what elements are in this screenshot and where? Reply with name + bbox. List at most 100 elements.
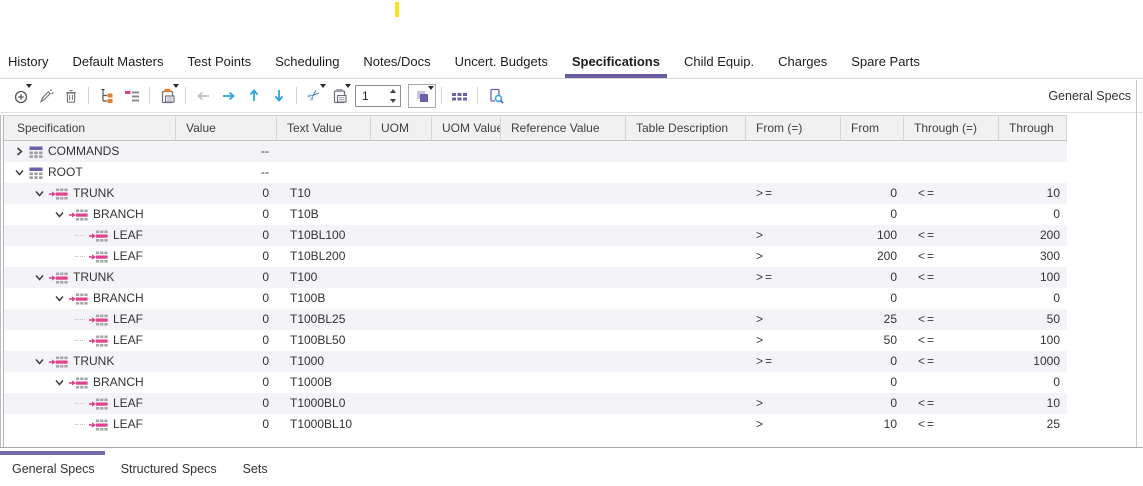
table-row[interactable]: LEAF 0 T100BL50 > 50 <= 100 [4,330,1067,351]
grid-rows: COMMANDS -- [4,141,1067,435]
add-button[interactable] [8,83,33,109]
column-header-table-description[interactable]: Table Description [626,115,746,141]
table-row[interactable]: TRUNK 0 T10 >= 0 <= 10 [4,183,1067,204]
column-header-from[interactable]: From [841,115,904,141]
expand-chevron[interactable] [32,187,47,201]
table-row[interactable]: LEAF 0 T10BL100 > 100 <= 200 [4,225,1067,246]
expand-chevron[interactable] [52,292,67,306]
column-header-text-value[interactable]: Text Value [277,115,371,141]
column-header-uom-value[interactable]: UOM Value [432,115,501,141]
expand-chevron[interactable] [72,313,87,327]
table-row[interactable]: BRANCH 0 T100B 0 0 [4,288,1067,309]
from-operator-cell [746,204,841,225]
expand-chevron[interactable] [52,376,67,390]
table-row[interactable]: ROOT -- [4,162,1067,183]
column-header-value[interactable]: Value [176,115,277,141]
column-chooser-button[interactable] [447,83,472,109]
expand-chevron[interactable] [32,355,47,369]
reference-value-cell [501,183,626,204]
sub-table-arrow-icon [69,209,88,221]
from-cell: 10 [841,414,904,435]
expand-chevron[interactable] [52,208,67,222]
column-header-uom[interactable]: UOM [371,115,432,141]
uom-cell [371,225,432,246]
from-operator-cell: > [746,225,841,246]
table-row[interactable]: LEAF 0 T1000BL0 > 0 <= 10 [4,393,1067,414]
from-cell: 0 [841,204,904,225]
expand-chevron[interactable] [72,397,87,411]
reference-value-cell [501,330,626,351]
uom-value-cell [432,246,501,267]
move-down-button[interactable] [266,83,291,109]
bottom-tab[interactable]: Structured Specs [109,448,227,476]
table-row[interactable]: COMMANDS -- [4,141,1067,162]
table-description-cell [626,267,746,288]
table-icon [29,146,43,158]
spec-label: TRUNK [73,351,114,372]
table-row[interactable]: TRUNK 0 T100 >= 0 <= 100 [4,267,1067,288]
top-tab[interactable]: Scheduling [275,54,339,78]
table-description-cell [626,141,746,162]
bottom-tab[interactable]: General Specs [0,448,105,476]
through-cell: 0 [999,372,1067,393]
expand-chevron[interactable] [72,250,87,264]
top-tab[interactable]: Child Equip. [684,54,754,78]
expand-chevron[interactable] [12,145,27,159]
paste-button[interactable] [327,83,352,109]
text-value-cell: T10B [277,204,371,225]
spec-label: LEAF [113,246,143,267]
specification-cell: LEAF [4,393,176,414]
table-row[interactable]: TRUNK 0 T1000 >= 0 <= 1000 [4,351,1067,372]
move-left-button[interactable] [191,83,216,109]
expand-chevron[interactable] [72,229,87,243]
cut-button[interactable]: ✂ [302,83,327,109]
through-operator-cell [904,141,999,162]
table-row[interactable]: LEAF 0 T100BL25 > 25 <= 50 [4,309,1067,330]
table-row[interactable]: BRANCH 0 T10B 0 0 [4,204,1067,225]
trash-icon [63,88,79,104]
top-tab[interactable]: Notes/Docs [363,54,430,78]
move-right-button[interactable] [216,83,241,109]
spinner-up-button[interactable] [385,86,400,96]
add-sibling-node-button[interactable] [119,83,144,109]
text-value-cell: T10BL100 [277,225,371,246]
column-header-from-eq[interactable]: From (=) [746,115,841,141]
specification-cell: BRANCH [4,204,176,225]
toolbar-separator [88,87,89,104]
edit-button[interactable] [33,83,58,109]
sub-table-arrow-icon [89,398,108,410]
top-tab[interactable]: Specifications [572,54,660,78]
top-tab[interactable]: Test Points [188,54,252,78]
top-tab[interactable]: Charges [778,54,827,78]
column-header-specification[interactable]: Specification [4,115,176,141]
move-up-button[interactable] [241,83,266,109]
top-tab[interactable]: History [8,54,48,78]
top-tab[interactable]: Spare Parts [851,54,920,78]
from-cell: 0 [841,351,904,372]
paste-as-child-button[interactable] [155,83,180,109]
expand-chevron[interactable] [32,271,47,285]
expand-chevron[interactable] [72,334,87,348]
spec-label: TRUNK [73,267,114,288]
add-child-node-button[interactable] [94,83,119,109]
table-row[interactable]: LEAF 0 T1000BL10 > 10 <= 25 [4,414,1067,435]
delete-button[interactable] [58,83,83,109]
text-value-cell: T100BL50 [277,330,371,351]
find-button[interactable] [483,83,508,109]
bottom-tab[interactable]: Sets [231,448,278,476]
spinner-down-button[interactable] [385,96,400,106]
spinner-arrows [385,86,400,106]
expand-chevron[interactable] [12,166,27,180]
top-tab-label: Test Points [188,54,252,69]
top-tab-label: Spare Parts [851,54,920,69]
preview-pane-toggle-button[interactable] [408,84,436,108]
column-header-reference-value[interactable]: Reference Value [501,115,626,141]
top-tab[interactable]: Uncert. Budgets [455,54,548,78]
expand-chevron[interactable] [72,418,87,432]
column-header-through[interactable]: Through [999,115,1067,141]
table-row[interactable]: BRANCH 0 T1000B 0 0 [4,372,1067,393]
top-tab[interactable]: Default Masters [72,54,163,78]
level-spinner[interactable]: 1 [355,85,401,107]
table-row[interactable]: LEAF 0 T10BL200 > 200 <= 300 [4,246,1067,267]
column-header-through-eq[interactable]: Through (=) [904,115,999,141]
